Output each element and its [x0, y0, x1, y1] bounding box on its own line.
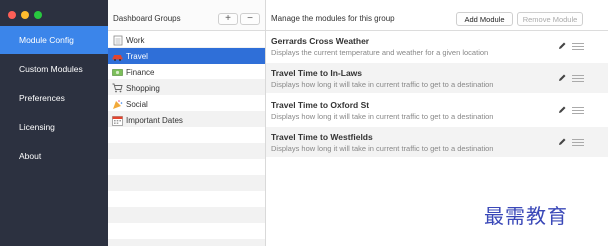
module-description: Displays how long it will take in curren… — [271, 144, 494, 153]
module-description: Displays how long it will take in curren… — [271, 112, 494, 121]
cart-icon — [112, 83, 123, 94]
calendar-icon — [112, 115, 123, 126]
module-row[interactable]: Travel Time to In-Laws Displays how long… — [266, 63, 608, 94]
groups-list: Work Travel Finance Shopping Social Impo… — [108, 30, 265, 246]
group-item-shopping[interactable]: Shopping — [108, 80, 265, 96]
drag-handle-icon[interactable] — [572, 43, 584, 51]
window-controls — [8, 11, 42, 19]
module-description: Displays the current temperature and wea… — [271, 48, 489, 57]
minimize-window-button[interactable] — [21, 11, 29, 19]
group-item-important-dates[interactable]: Important Dates — [108, 112, 265, 128]
sidebar-item-preferences[interactable]: Preferences — [0, 84, 108, 112]
module-row[interactable]: Gerrards Cross Weather Displays the curr… — [266, 31, 608, 62]
remove-group-button[interactable]: − — [240, 13, 260, 25]
pencil-icon[interactable] — [557, 105, 567, 115]
module-title: Travel Time to In-Laws — [271, 68, 363, 78]
add-module-button[interactable]: Add Module — [456, 12, 513, 26]
notepad-icon — [112, 35, 123, 46]
sidebar-item-licensing[interactable]: Licensing — [0, 113, 108, 141]
modules-header: Manage the modules for this group — [271, 14, 395, 23]
drag-handle-icon[interactable] — [572, 75, 584, 83]
module-description: Displays how long it will take in curren… — [271, 80, 494, 89]
sidebar: Module Config Custom Modules Preferences… — [0, 0, 108, 246]
pencil-icon[interactable] — [557, 73, 567, 83]
party-icon — [112, 99, 123, 110]
add-group-button[interactable]: + — [218, 13, 238, 25]
pencil-icon[interactable] — [557, 137, 567, 147]
close-window-button[interactable] — [8, 11, 16, 19]
group-label: Finance — [126, 67, 155, 77]
dashboard-groups-header: Dashboard Groups — [113, 14, 181, 23]
car-icon — [112, 51, 123, 62]
module-title: Travel Time to Westfields — [271, 132, 373, 142]
pencil-icon[interactable] — [557, 41, 567, 51]
drag-handle-icon[interactable] — [572, 107, 584, 115]
module-row[interactable]: Travel Time to Oxford St Displays how lo… — [266, 95, 608, 126]
dashboard-groups-panel: Dashboard Groups + − Work Travel Finance — [108, 0, 266, 246]
module-row[interactable]: Travel Time to Westfields Displays how l… — [266, 127, 608, 158]
module-title: Travel Time to Oxford St — [271, 100, 370, 110]
drag-handle-icon[interactable] — [572, 139, 584, 147]
group-item-travel[interactable]: Travel — [108, 48, 265, 64]
sidebar-item-about[interactable]: About — [0, 142, 108, 170]
watermark-text: 最需教育 — [484, 204, 568, 228]
sidebar-item-module-config[interactable]: Module Config — [0, 26, 108, 54]
group-label: Work — [126, 35, 145, 45]
money-icon — [112, 67, 123, 78]
group-label: Travel — [126, 51, 148, 61]
group-item-social[interactable]: Social — [108, 96, 265, 112]
group-item-finance[interactable]: Finance — [108, 64, 265, 80]
sidebar-item-custom-modules[interactable]: Custom Modules — [0, 55, 108, 83]
group-item-work[interactable]: Work — [108, 32, 265, 48]
group-label: Important Dates — [126, 115, 183, 125]
zoom-window-button[interactable] — [34, 11, 42, 19]
group-label: Shopping — [126, 83, 160, 93]
remove-module-button[interactable]: Remove Module — [517, 12, 583, 26]
group-label: Social — [126, 99, 148, 109]
module-title: Gerrards Cross Weather — [271, 36, 370, 46]
